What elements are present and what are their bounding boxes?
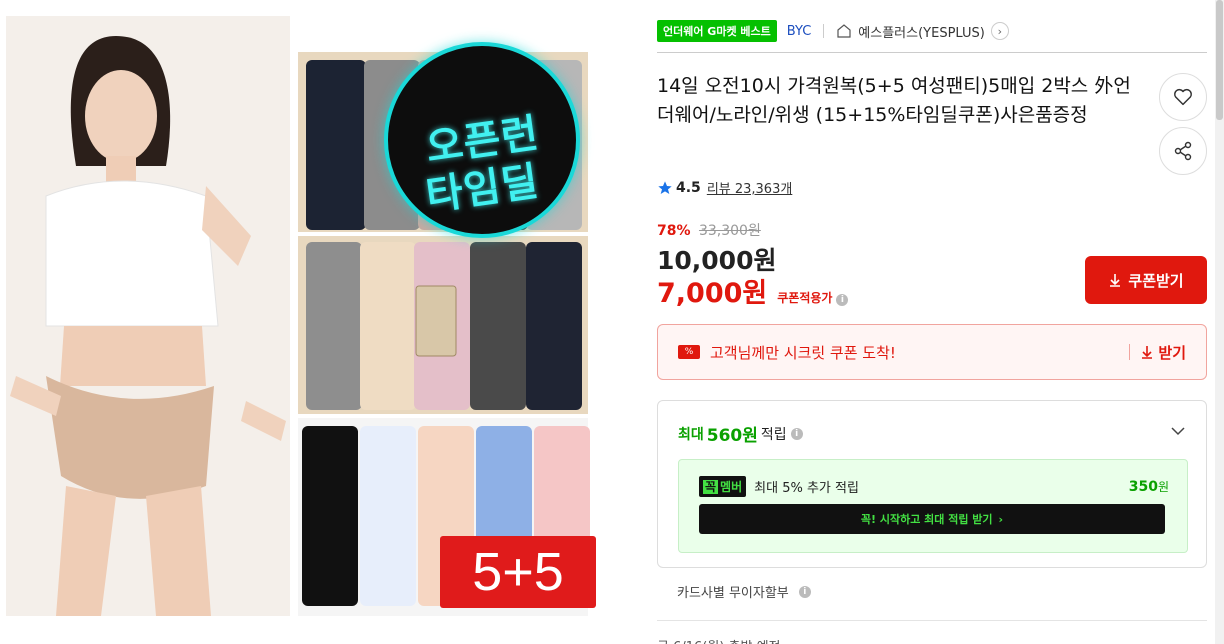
secret-coupon-get-button[interactable]: 받기 xyxy=(1129,342,1186,363)
coupon-price: 7,000원 xyxy=(657,278,768,309)
shipping-row: 금 6/16(월) 출발 예정 xyxy=(657,636,1207,644)
scrollbar[interactable] xyxy=(1215,0,1224,644)
coupon-price-note: 쿠폰적용가 xyxy=(777,291,833,305)
open-run-timedeal-badge: 오픈런 타임딜 xyxy=(384,42,580,238)
member-text: 최대 5% 추가 적립 xyxy=(754,481,859,496)
header-divider xyxy=(657,52,1207,53)
discount-row: 78% 33,300원 xyxy=(657,220,761,240)
divider xyxy=(1129,344,1131,360)
product-title: 14일 오전10시 가격원복(5+5 여성팬티)5매입 2박스 外언더웨어/노라… xyxy=(657,75,1131,126)
best-tag[interactable]: 언더웨어 G마켓 베스트 xyxy=(657,20,777,42)
review-count-link[interactable]: 리뷰 23,363개 xyxy=(707,178,793,197)
rating-score: 4.5 xyxy=(676,179,701,196)
store-icon xyxy=(837,24,851,38)
download-arrow-icon xyxy=(1142,346,1153,359)
section-divider xyxy=(657,620,1207,621)
share-button[interactable] xyxy=(1159,127,1207,175)
star-icon xyxy=(658,180,672,194)
download-arrow-icon xyxy=(1110,274,1121,287)
reward-summary: 최대 560원 적립 i xyxy=(678,421,803,446)
model-photo xyxy=(6,16,290,616)
store-link[interactable]: 예스플러스(YESPLUS) › xyxy=(836,22,1009,41)
info-icon[interactable]: i xyxy=(836,294,849,306)
member-logo: 꼭 멤버 xyxy=(699,476,747,497)
share-icon xyxy=(1174,141,1192,161)
member-start-button[interactable]: 꼭! 시작하고 최대 적립 받기 › xyxy=(699,504,1165,534)
get-coupon-button[interactable]: 쿠폰받기 xyxy=(1085,256,1207,304)
chevron-down-icon[interactable] xyxy=(1170,423,1186,439)
coupon-price-row: 7,000원 쿠폰적용가 i xyxy=(657,271,849,310)
secret-coupon-get-label: 받기 xyxy=(1158,343,1186,362)
chevron-right-icon: › xyxy=(990,22,1009,40)
rating-row: 4.5 리뷰 23,363개 xyxy=(657,178,792,197)
reward-prefix: 최대 xyxy=(678,426,704,443)
model-illustration xyxy=(6,16,290,616)
wishlist-button[interactable] xyxy=(1159,73,1207,121)
divider xyxy=(823,24,825,38)
member-start-label: 꼭! 시작하고 최대 적립 받기 xyxy=(860,513,993,526)
brand-row: 언더웨어 G마켓 베스트 BYC 예스플러스(YESPLUS) › xyxy=(657,19,1009,43)
member-row: 꼭 멤버 최대 5% 추가 적립 350원 xyxy=(699,476,1169,497)
member-amount: 350원 xyxy=(1128,479,1169,495)
info-icon[interactable]: i xyxy=(790,427,803,440)
reward-box: 최대 560원 적립 i 꼭 멤버 최대 5% 추가 적립 350원 꼭! 시작하… xyxy=(657,400,1207,568)
chevron-right-icon: › xyxy=(998,512,1004,526)
reward-suffix: 적립 xyxy=(760,426,787,443)
original-price: 33,300원 xyxy=(698,223,761,239)
scrollbar-thumb[interactable] xyxy=(1216,0,1223,120)
card-installment-label: 카드사별 무이자할부 xyxy=(677,586,789,601)
card-installment-row[interactable]: 카드사별 무이자할부 i xyxy=(677,582,811,601)
member-promo-box: 꼭 멤버 최대 5% 추가 적립 350원 꼭! 시작하고 최대 적립 받기 › xyxy=(678,459,1188,553)
bundle-badge: 5+5 xyxy=(440,536,596,608)
discount-rate: 78% xyxy=(657,223,691,239)
ticket-icon: % xyxy=(678,345,700,359)
product-box-photo: 오픈런 타임딜 5+5 xyxy=(298,16,608,616)
brand-link[interactable]: BYC xyxy=(787,24,812,39)
product-info-panel: 언더웨어 G마켓 베스트 BYC 예스플러스(YESPLUS) › 14일 오전… xyxy=(657,0,1207,644)
store-name: 예스플러스(YESPLUS) xyxy=(858,25,985,41)
secret-coupon-text: 고객님께만 시크릿 쿠폰 도착! xyxy=(710,343,896,362)
reward-amount: 560원 xyxy=(706,426,758,446)
info-icon[interactable]: i xyxy=(798,585,811,598)
heart-icon xyxy=(1174,88,1192,106)
secret-coupon-banner[interactable]: % 고객님께만 시크릿 쿠폰 도착! 받기 xyxy=(657,324,1207,380)
product-gallery: 오픈런 타임딜 5+5 xyxy=(0,0,620,644)
coupon-button-label: 쿠폰받기 xyxy=(1128,271,1184,290)
